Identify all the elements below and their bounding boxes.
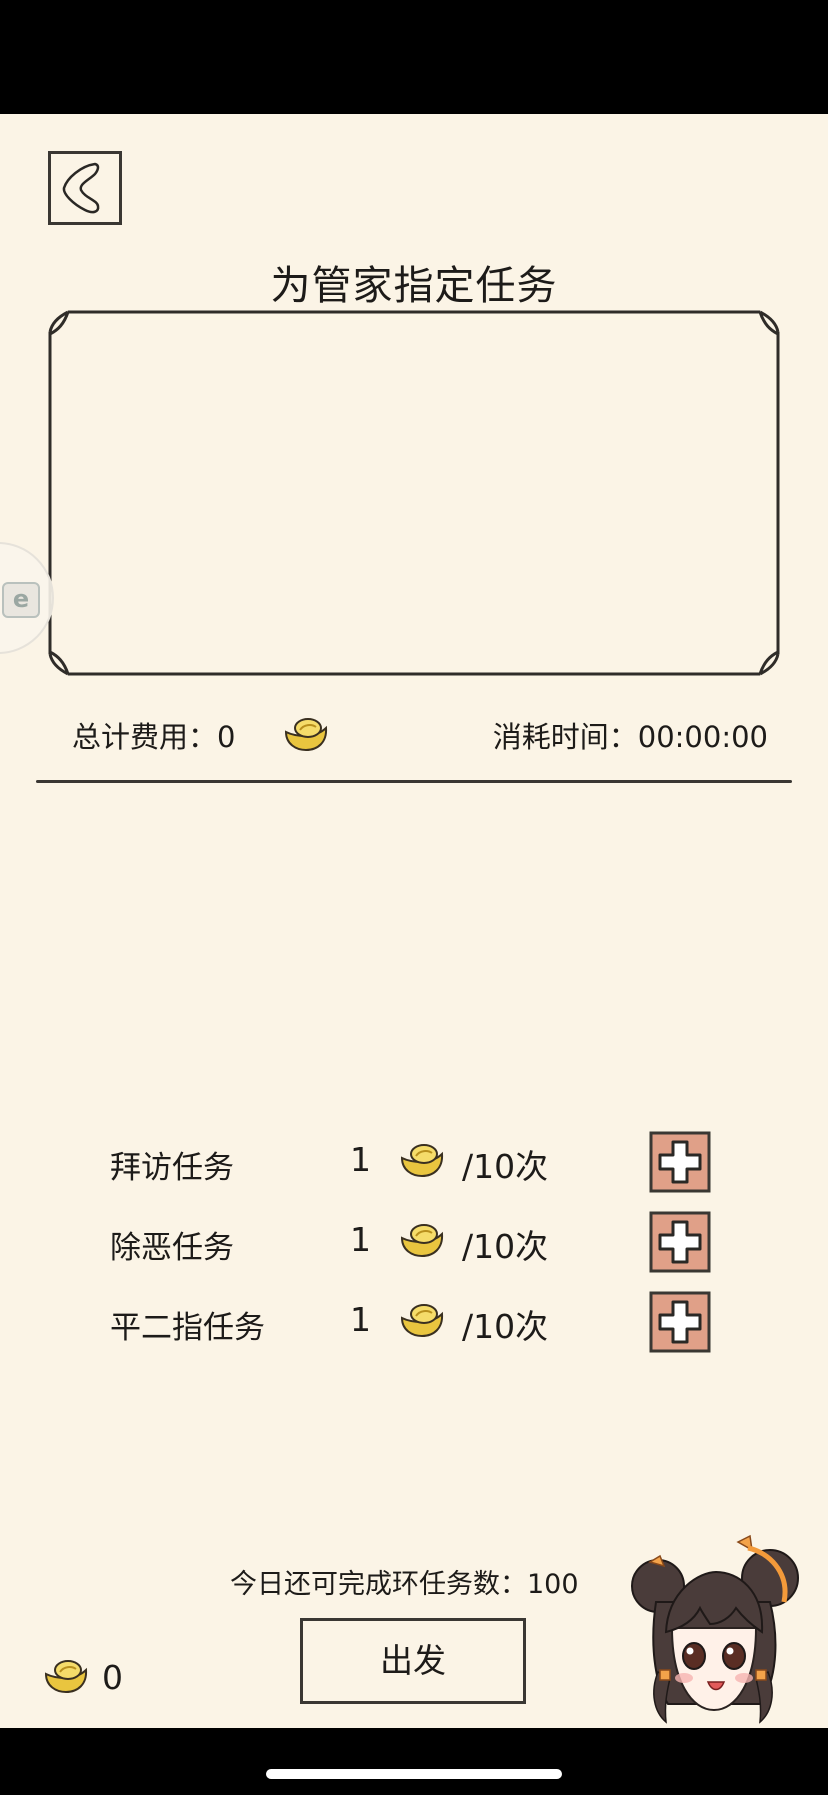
remaining-tasks-text: 今日还可完成环任务数：100 [230, 1569, 579, 1600]
section-divider [36, 780, 792, 783]
gold-ingot-icon [44, 1660, 88, 1694]
time-label: 消耗时间： [492, 720, 638, 754]
task-name: 拜访任务 [110, 1150, 234, 1186]
task-limit: /10次 [462, 1147, 549, 1186]
task-cost: 1 [350, 1300, 371, 1339]
task-row-evil: 除恶任务 1 /10次 [0, 1210, 828, 1274]
total-cost: 总计费用：0 [72, 714, 235, 756]
add-visit-task-button[interactable] [648, 1130, 712, 1194]
task-name: 除恶任务 [110, 1230, 234, 1266]
time-cost: 消耗时间：00:00:00 [493, 714, 768, 756]
back-arrow-icon [62, 162, 100, 214]
gold-ingot-icon [400, 1144, 444, 1178]
task-limit: /10次 [462, 1307, 549, 1346]
wallet-value: 0 [102, 1658, 123, 1697]
task-list-frame [48, 310, 780, 676]
widget-badge-icon: e [2, 582, 40, 618]
gold-ingot-icon [284, 718, 328, 752]
wallet: 0 [42, 1656, 123, 1697]
add-two-fingers-task-button[interactable] [648, 1290, 712, 1354]
time-value: 00:00:00 [637, 720, 768, 754]
task-cost: 1 [350, 1220, 371, 1259]
girl-avatar-icon[interactable] [620, 1532, 806, 1732]
depart-button[interactable]: 出发 [300, 1618, 526, 1704]
home-indicator [266, 1769, 562, 1779]
task-row-visit: 拜访任务 1 /10次 [0, 1130, 828, 1194]
page-title: 为管家指定任务 [270, 263, 558, 309]
total-cost-label: 总计费用： [72, 720, 218, 754]
app-screen: 为管家指定任务 e 总计费用：0 消耗时间：00:00:00 拜访任务 1 /1… [0, 0, 828, 1795]
back-button[interactable] [48, 151, 122, 225]
task-row-two-fingers: 平二指任务 1 /10次 [0, 1290, 828, 1354]
task-cost: 1 [350, 1140, 371, 1179]
task-name: 平二指任务 [110, 1310, 265, 1346]
add-evil-task-button[interactable] [648, 1210, 712, 1274]
total-cost-value: 0 [217, 720, 236, 754]
gold-ingot-icon [400, 1304, 444, 1338]
gold-ingot-icon [400, 1224, 444, 1258]
task-limit: /10次 [462, 1227, 549, 1266]
